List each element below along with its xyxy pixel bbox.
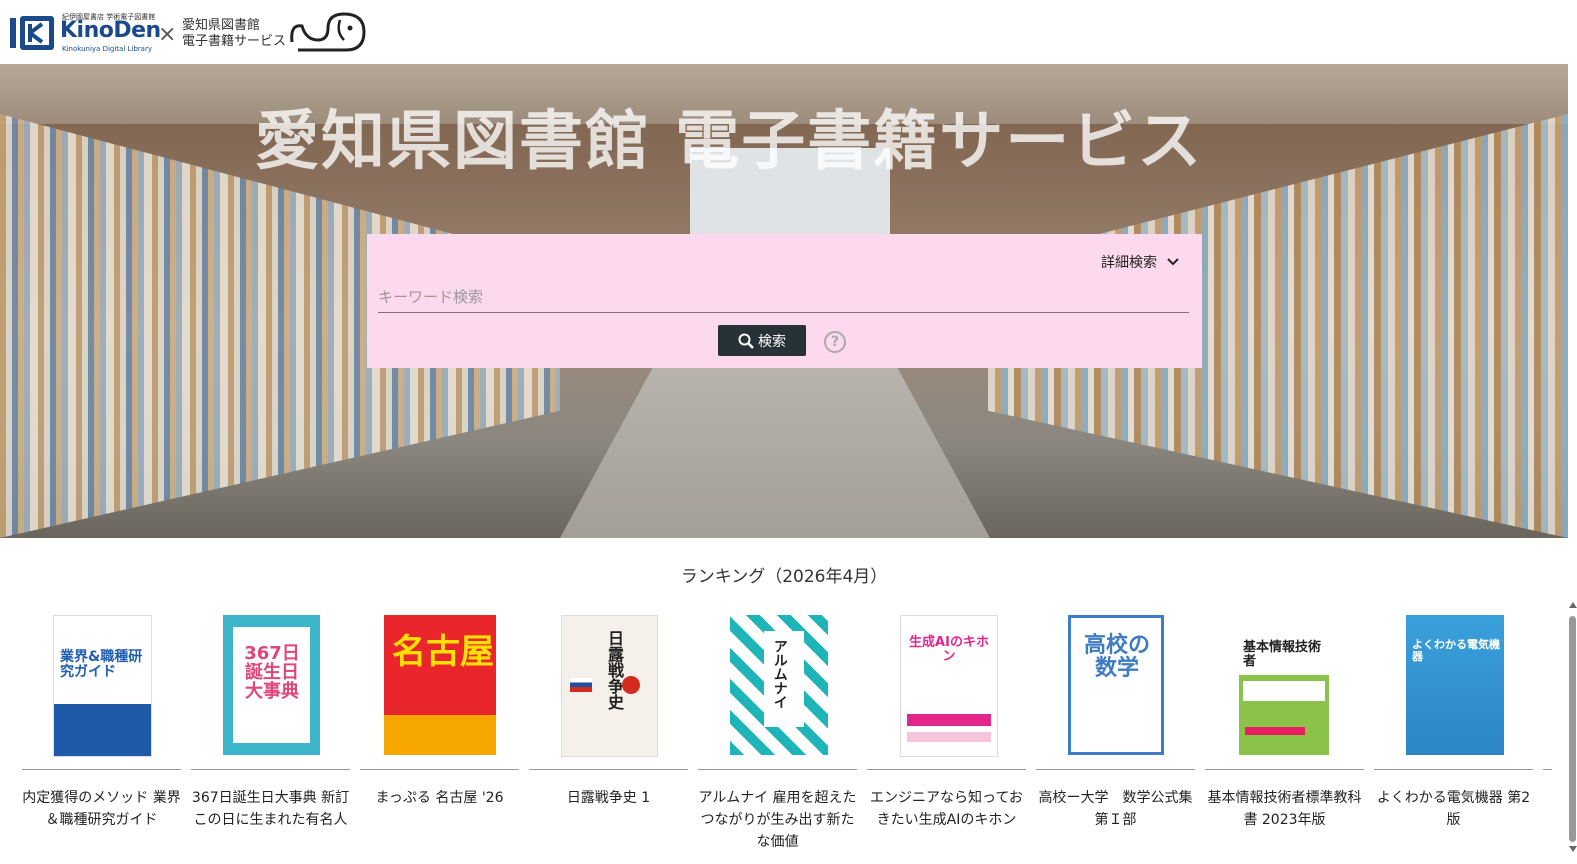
book-divider — [1205, 769, 1364, 770]
ranking-book-2[interactable]: 367日誕生日大事典 367日誕生日大事典 新訂 この日に生まれた有名人 — [191, 615, 350, 864]
ranking-book-4[interactable]: 日露戦争史 日露戦争史 1 — [529, 615, 688, 864]
site-header: 紀伊國屋書店 学術電子図書館 KinoDen Kinokuniya Digita… — [0, 0, 1577, 64]
book-cover-text: 日露戦争史 — [605, 630, 624, 710]
page-scrollbar[interactable] — [1568, 602, 1577, 854]
book-cover-text: 生成AIのキホン — [909, 635, 989, 664]
book-cover[interactable]: よくわかる電気機器 — [1406, 615, 1504, 755]
book-title[interactable]: アルムナイ 雇用を超えたつながりが生み出す新たな価値 — [698, 787, 857, 853]
book-title[interactable]: 367日誕生日大事典 新訂 この日に生まれた有名人 — [191, 787, 350, 831]
chevron-down-icon — [1167, 258, 1180, 266]
book-title[interactable]: まっぷる 名古屋 '26 — [360, 787, 519, 809]
book-divider — [360, 769, 519, 770]
book-cover-text: 基本情報技術者 — [1243, 640, 1322, 669]
search-panel: 詳細検索 検索 ? — [367, 234, 1202, 368]
advanced-search-label: 詳細検索 — [1101, 255, 1157, 271]
book-cover[interactable]: 高校の数学 — [1068, 615, 1164, 755]
book-cover-text: 業界&職種研究ガイド — [60, 649, 143, 680]
hero-floor — [560, 364, 990, 538]
search-button[interactable]: 検索 — [718, 325, 806, 356]
kinoden-book-icon — [10, 16, 54, 50]
book-cover-text: よくわかる電気機器 — [1412, 638, 1500, 663]
book-cover-text: アルムナイ — [771, 639, 788, 709]
ranking-book-6[interactable]: 生成AIのキホン エンジニアなら知っておきたい生成AIのキホン — [867, 615, 1026, 864]
advanced-search-toggle[interactable]: 詳細検索 — [1101, 252, 1180, 272]
book-title[interactable]: エンジニアなら知っておきたい生成AIのキホン — [867, 787, 1026, 831]
book-divider — [1374, 769, 1533, 770]
ranking-book-3[interactable]: 名古屋 まっぷる 名古屋 '26 — [360, 615, 519, 864]
book-divider — [22, 769, 181, 770]
library-name-line1: 愛知県図書館 — [182, 18, 261, 33]
library-name: 愛知県図書館 電子書籍サービス — [182, 18, 292, 50]
kinoden-wordmark: KinoDen — [60, 18, 161, 43]
scroll-down-icon[interactable] — [1569, 846, 1577, 852]
book-cover-text: 367日誕生日大事典 — [244, 643, 300, 702]
book-cover[interactable]: 367日誕生日大事典 — [223, 615, 320, 755]
scroll-up-icon[interactable] — [1569, 602, 1577, 608]
book-cover-text: 名古屋 — [392, 632, 494, 672]
search-icon — [738, 333, 754, 349]
book-divider — [1543, 769, 1552, 770]
hero-title: 愛知県図書館 電子書籍サービス — [255, 104, 1204, 179]
ranking-book-7[interactable]: 高校の数学 高校ー大学 数学公式集 第Ｉ部 — [1036, 615, 1195, 864]
book-divider — [867, 769, 1026, 770]
book-divider — [529, 769, 688, 770]
book-title[interactable]: 日露戦争史 1 — [529, 787, 688, 809]
book-divider — [698, 769, 857, 770]
ranking-book-1[interactable]: 業界&職種研究ガイド 内定獲得のメソッド 業界＆職種研究ガイド — [22, 615, 181, 864]
search-button-label: 検索 — [758, 333, 786, 350]
book-divider — [191, 769, 350, 770]
book-title[interactable]: 基本情報技術者標準教科書 2023年版 — [1205, 787, 1364, 831]
keyword-search-input[interactable] — [378, 282, 1189, 313]
ranking-book-5[interactable]: アルムナイ アルムナイ 雇用を超えたつながりが生み出す新たな価値 — [698, 615, 857, 864]
book-cover[interactable]: 生成AIのキホン — [900, 615, 998, 757]
book-cover-text: 高校の数学 — [1083, 632, 1150, 682]
help-icon[interactable]: ? — [824, 331, 846, 353]
kinoden-subtitle: Kinokuniya Digital Library — [62, 45, 152, 53]
book-cover[interactable]: 名古屋 — [384, 615, 496, 755]
book-cover[interactable]: 基本情報技術者 — [1239, 615, 1329, 755]
ranking-book-9[interactable]: よくわかる電気機器 よくわかる電気機器 第2版 — [1374, 615, 1533, 864]
book-cover[interactable]: アルムナイ — [730, 615, 828, 755]
book-divider — [1036, 769, 1195, 770]
library-elephant-logo[interactable] — [288, 10, 368, 54]
kinoden-logo[interactable]: 紀伊國屋書店 学術電子図書館 KinoDen Kinokuniya Digita… — [8, 12, 161, 56]
times-separator: × — [158, 22, 177, 47]
ranking-book-8[interactable]: 基本情報技術者 基本情報技術者標準教科書 2023年版 — [1205, 615, 1364, 864]
ranking-title: ランキング（2026年4月） — [680, 567, 888, 587]
book-title[interactable]: よくわかる電気機器 第2版 — [1374, 787, 1533, 831]
scrollbar-thumb[interactable] — [1569, 616, 1576, 842]
book-title[interactable]: 内定獲得のメソッド 業界＆職種研究ガイド — [22, 787, 181, 831]
ranking-list: 業界&職種研究ガイド 内定獲得のメソッド 業界＆職種研究ガイド 367日誕生日大… — [22, 615, 1552, 864]
library-name-line2: 電子書籍サービス — [182, 34, 287, 49]
book-cover[interactable]: 業界&職種研究ガイド — [53, 615, 152, 757]
book-cover[interactable]: 日露戦争史 — [561, 615, 658, 757]
book-title[interactable]: 高校ー大学 数学公式集 第Ｉ部 — [1036, 787, 1195, 831]
